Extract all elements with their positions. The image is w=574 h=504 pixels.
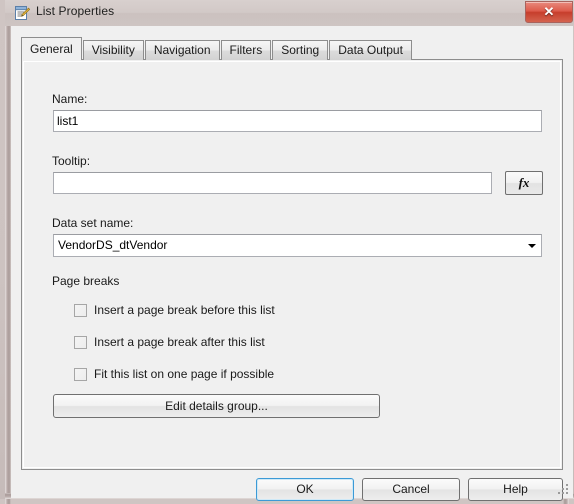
checkbox-page-break-after-label: Insert a page break after this list — [94, 335, 265, 349]
tab-visibility-label: Visibility — [91, 43, 135, 57]
window-title: List Properties — [36, 4, 115, 18]
tab-general-label: General — [30, 42, 73, 56]
chevron-down-icon[interactable] — [528, 244, 536, 248]
checkbox-page-break-before-label: Insert a page break before this list — [94, 303, 275, 317]
cancel-button[interactable]: Cancel — [362, 478, 460, 501]
checkbox-fit-one-page[interactable] — [74, 367, 87, 381]
name-label: Name: — [52, 92, 88, 106]
ok-button[interactable]: OK — [256, 478, 354, 501]
tab-navigation[interactable]: Navigation — [144, 40, 220, 60]
properties-document-icon — [15, 6, 30, 20]
tab-data-output[interactable]: Data Output — [329, 40, 412, 60]
dataset-name-label: Data set name: — [52, 216, 134, 230]
checkbox-page-break-before[interactable] — [74, 303, 87, 317]
tab-visibility[interactable]: Visibility — [82, 40, 144, 60]
dataset-name-combobox[interactable]: VendorDS_dtVendor — [53, 234, 542, 257]
tooltip-input[interactable] — [53, 172, 492, 194]
name-input[interactable] — [53, 110, 542, 132]
checkbox-page-break-after[interactable] — [74, 335, 87, 349]
fx-icon: fx — [518, 175, 530, 190]
tab-filters-label: Filters — [229, 43, 263, 57]
expression-fx-button[interactable]: fx — [505, 171, 543, 195]
help-button[interactable]: Help — [468, 478, 563, 501]
general-tab-panel: Name: Tooltip: fx Data set name: VendorD… — [21, 59, 563, 470]
page-breaks-group-label: Page breaks — [52, 274, 120, 288]
tooltip-label: Tooltip: — [52, 154, 91, 168]
tab-filters[interactable]: Filters — [220, 40, 272, 60]
edit-details-group-button[interactable]: Edit details group... — [53, 394, 380, 418]
dialog-window: List Properties ✕ General Visibility Nav… — [0, 0, 574, 504]
tab-strip: General Visibility Navigation Filters So… — [21, 37, 413, 60]
close-icon: ✕ — [543, 4, 555, 19]
tab-data-output-label: Data Output — [338, 43, 403, 57]
dialog-body: General Visibility Navigation Filters So… — [11, 26, 573, 501]
close-button[interactable]: ✕ — [525, 1, 573, 23]
tab-sorting[interactable]: Sorting — [272, 40, 329, 60]
tab-navigation-label: Navigation — [153, 43, 211, 57]
checkbox-row-page-break-after[interactable]: Insert a page break after this list — [74, 334, 265, 350]
checkbox-fit-one-page-label: Fit this list on one page if possible — [94, 367, 275, 381]
tab-sorting-label: Sorting — [281, 43, 320, 57]
checkbox-row-fit-one-page[interactable]: Fit this list on one page if possible — [74, 366, 274, 382]
resize-grip[interactable] — [558, 484, 570, 496]
tab-general[interactable]: General — [21, 37, 82, 60]
dataset-name-value: VendorDS_dtVendor — [58, 238, 168, 252]
title-bar[interactable]: List Properties ✕ — [5, 0, 574, 26]
checkbox-row-page-break-before[interactable]: Insert a page break before this list — [74, 302, 275, 318]
